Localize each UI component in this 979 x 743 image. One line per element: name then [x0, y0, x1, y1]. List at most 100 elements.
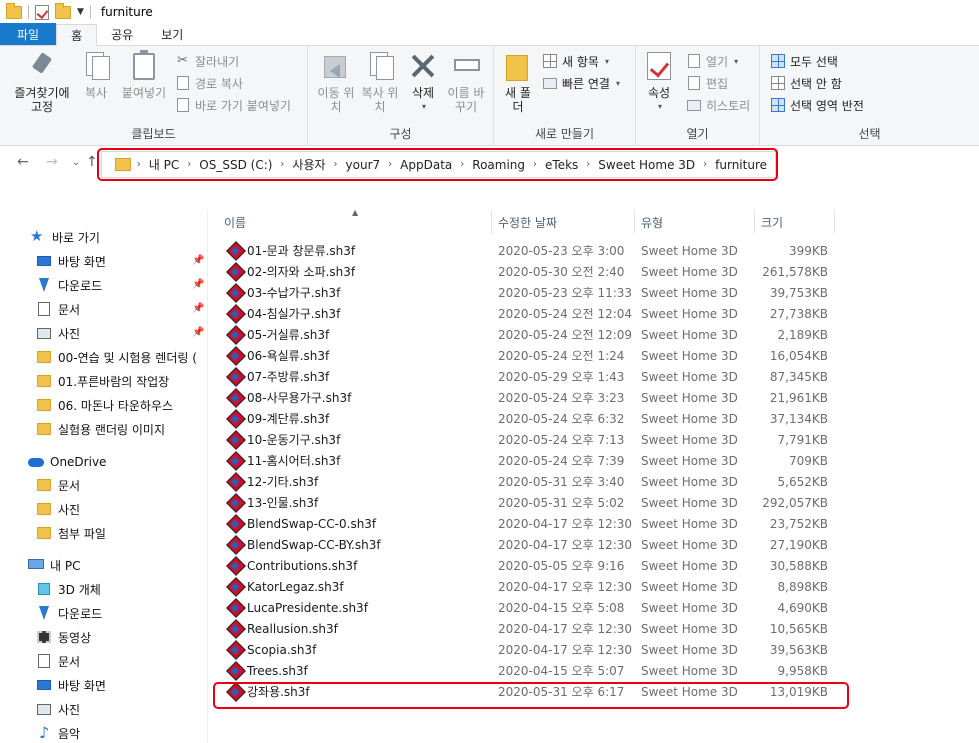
nav-item-3d-objects[interactable]: 3D 개체 [36, 578, 101, 600]
nav-item-onedrive-documents[interactable]: 문서 [36, 474, 80, 496]
column-header-name[interactable]: 이름 [218, 210, 492, 234]
forward-arrow-icon[interactable]: → [46, 154, 58, 170]
breadcrumb-roaming[interactable]: Roaming [464, 158, 533, 172]
file-row[interactable]: 12-기타.sh3f 2020-05-31 오후 3:40 Sweet Home 3… [208, 471, 838, 492]
file-name-cell[interactable]: 04-침실가구.sh3f [227, 303, 340, 324]
file-name-cell[interactable]: 01-문과 창문류.sh3f [227, 240, 355, 261]
file-name-cell[interactable]: Reallusion.sh3f [227, 618, 338, 639]
up-arrow-icon[interactable]: ↑ [86, 154, 98, 170]
pin-icon[interactable]: 📌 [192, 327, 204, 338]
file-name-cell[interactable]: Contributions.sh3f [227, 555, 357, 576]
properties-icon[interactable] [35, 4, 49, 20]
address-bar[interactable]: › 내 PC › OS_SSD (C:) › 사용자 › your7 › App… [101, 151, 776, 178]
tab-share[interactable]: 공유 [97, 23, 147, 45]
file-name-cell[interactable]: 06-욕실류.sh3f [227, 345, 329, 366]
nav-item-folder[interactable]: 01.푸른바람의 작업장 [36, 370, 169, 392]
file-name-cell[interactable]: 강좌용.sh3f [227, 681, 310, 702]
nav-onedrive[interactable]: OneDrive [28, 451, 106, 473]
breadcrumb-appdata[interactable]: AppData [392, 158, 460, 172]
pin-icon[interactable]: 📌 [192, 255, 204, 266]
easy-access-button[interactable]: 빠른 연결 ▾ [542, 73, 620, 93]
file-name-cell[interactable]: 02-의자와 소파.sh3f [227, 261, 355, 282]
file-name-cell[interactable]: LucaPresidente.sh3f [227, 597, 368, 618]
file-name-cell[interactable]: 07-주방류.sh3f [227, 366, 329, 387]
file-name-cell[interactable]: 08-사무용가구.sh3f [227, 387, 351, 408]
file-row[interactable]: Reallusion.sh3f 2020-04-17 오후 12:30 Sweet … [208, 618, 838, 639]
column-header-date[interactable]: 수정한 날짜 [492, 210, 635, 234]
file-row[interactable]: BlendSwap-CC-BY.sh3f 2020-04-17 오후 12:30 S… [208, 534, 838, 555]
nav-item-desktop[interactable]: 바탕 화면 [36, 250, 106, 272]
file-row[interactable]: 01-문과 창문류.sh3f 2020-05-23 오후 3:00 Sweet Ho… [208, 240, 838, 261]
file-name-cell[interactable]: 09-계단류.sh3f [227, 408, 329, 429]
nav-item-folder[interactable]: 00-연습 및 시험용 렌더링 ( [36, 346, 197, 368]
file-name-cell[interactable]: KatorLegaz.sh3f [227, 576, 344, 597]
file-row[interactable]: 06-욕실류.sh3f 2020-05-24 오전 1:24 Sweet Home … [208, 345, 838, 366]
select-none-button[interactable]: 선택 안 함 [770, 73, 842, 93]
nav-item-downloads[interactable]: 다운로드 [36, 602, 102, 624]
breadcrumb-drive[interactable]: OS_SSD (C:) [191, 158, 280, 172]
breadcrumb-eteks[interactable]: eTeks [537, 158, 586, 172]
file-name-cell[interactable]: Scopia.sh3f [227, 639, 316, 660]
file-name-cell[interactable]: 05-거실류.sh3f [227, 324, 329, 345]
file-row[interactable]: LucaPresidente.sh3f 2020-04-15 오후 5:08 Swe… [208, 597, 838, 618]
file-row[interactable]: Trees.sh3f 2020-04-15 오후 5:07 Sweet Home 3… [208, 660, 838, 681]
cut-button[interactable]: ✂ 잘라내기 [175, 51, 239, 71]
paste-shortcut-button[interactable]: 바로 가기 붙여넣기 [175, 95, 291, 115]
nav-item-downloads[interactable]: 다운로드 [36, 274, 102, 296]
nav-item-videos[interactable]: 동영상 [36, 626, 91, 648]
nav-quick-access[interactable]: ★ 바로 가기 [30, 226, 100, 248]
open-button[interactable]: 열기 ▾ [686, 51, 738, 71]
nav-item-pictures[interactable]: 사진 [36, 698, 80, 720]
file-name-cell[interactable]: 11-홈시어터.sh3f [227, 450, 340, 471]
file-name-cell[interactable]: 13-인물.sh3f [227, 492, 318, 513]
paste-button[interactable]: 붙여넣기 [118, 50, 170, 100]
delete-button[interactable]: 삭제 ▾ [406, 50, 440, 114]
file-row[interactable]: 07-주방류.sh3f 2020-05-29 오후 1:43 Sweet Home … [208, 366, 838, 387]
breadcrumb-users[interactable]: 사용자 [284, 156, 333, 173]
file-row[interactable]: Scopia.sh3f 2020-04-17 오후 12:30 Sweet Home… [208, 639, 838, 660]
nav-item-folder[interactable]: 06. 마돈나 타운하우스 [36, 394, 173, 416]
file-row[interactable]: 11-홈시어터.sh3f 2020-05-24 오후 7:39 Sweet Home… [208, 450, 838, 471]
file-name-cell[interactable]: 12-기타.sh3f [227, 471, 318, 492]
edit-button[interactable]: 편집 [686, 73, 728, 93]
rename-button[interactable]: 이름 바꾸기 [444, 50, 488, 114]
file-name-cell[interactable]: 03-수납가구.sh3f [227, 282, 340, 303]
copy-to-button[interactable]: 복사 위치 [358, 50, 402, 114]
new-item-button[interactable]: 새 항목 ▾ [542, 51, 609, 71]
customize-toolbar-icon[interactable]: ▼ [77, 7, 84, 17]
file-row[interactable]: 13-인물.sh3f 2020-05-31 오후 5:02 Sweet Home 3… [208, 492, 838, 513]
pin-icon[interactable]: 📌 [192, 303, 204, 314]
column-header-size[interactable]: 크기 [755, 210, 835, 234]
nav-item-folder[interactable]: 실험용 랜더링 이미지 [36, 418, 165, 440]
file-row[interactable]: 03-수납가구.sh3f 2020-05-23 오후 11:33 Sweet Hom… [208, 282, 838, 303]
nav-item-documents[interactable]: 문서 [36, 298, 80, 320]
properties-button[interactable]: 속성 ▾ [644, 50, 674, 114]
copy-path-button[interactable]: 경로 복사 [175, 73, 243, 93]
move-to-button[interactable]: 이동 위치 [314, 50, 358, 114]
breadcrumb-this-pc[interactable]: 내 PC [141, 156, 187, 173]
column-header-type[interactable]: 유형 [635, 210, 755, 234]
file-row[interactable]: 강좌용.sh3f 2020-05-31 오후 6:17 Sweet Home 3D 1… [208, 681, 838, 702]
file-row[interactable]: 05-거실류.sh3f 2020-05-24 오전 12:09 Sweet Home… [208, 324, 838, 345]
nav-item-documents[interactable]: 문서 [36, 650, 80, 672]
file-name-cell[interactable]: 10-운동기구.sh3f [227, 429, 340, 450]
nav-item-music[interactable]: ♪ 음악 [36, 722, 80, 743]
breadcrumb-sweet-home-3d[interactable]: Sweet Home 3D [590, 158, 703, 172]
new-folder-icon[interactable] [55, 2, 71, 19]
back-arrow-icon[interactable]: ← [17, 154, 29, 170]
file-row[interactable]: KatorLegaz.sh3f 2020-04-17 오후 12:30 Sweet … [208, 576, 838, 597]
file-row[interactable]: 09-계단류.sh3f 2020-05-24 오후 6:32 Sweet Home … [208, 408, 838, 429]
history-button[interactable]: 히스토리 [686, 95, 750, 115]
breadcrumb-user[interactable]: your7 [338, 158, 389, 172]
tab-file[interactable]: 파일 [0, 23, 57, 45]
nav-item-desktop[interactable]: 바탕 화면 [36, 674, 106, 696]
new-folder-button[interactable]: 새 폴더 [502, 50, 534, 114]
file-row[interactable]: 02-의자와 소파.sh3f 2020-05-30 오전 2:40 Sweet Ho… [208, 261, 838, 282]
pin-icon[interactable]: 📌 [192, 279, 204, 290]
recent-locations-icon[interactable]: ⌄ [72, 157, 80, 168]
file-row[interactable]: BlendSwap-CC-0.sh3f 2020-04-17 오후 12:30 Sw… [208, 513, 838, 534]
file-row[interactable]: Contributions.sh3f 2020-05-05 오후 9:16 Swee… [208, 555, 838, 576]
nav-item-onedrive-pictures[interactable]: 사진 [36, 498, 80, 520]
copy-button[interactable]: 복사 [78, 50, 114, 100]
file-row[interactable]: 04-침실가구.sh3f 2020-05-24 오전 12:04 Sweet Hom… [208, 303, 838, 324]
